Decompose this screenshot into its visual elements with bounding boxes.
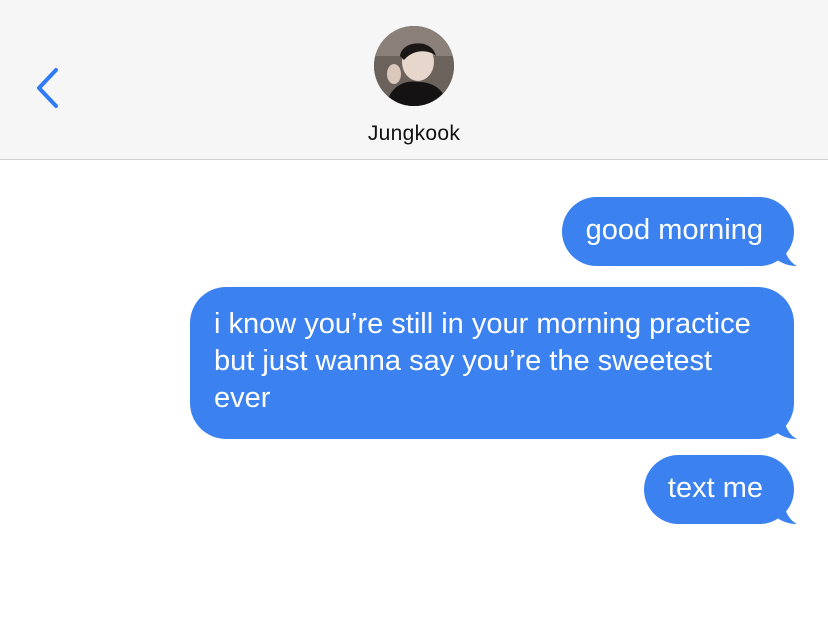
- message-text: good morning: [585, 214, 763, 246]
- contact-name[interactable]: Jungkook: [0, 122, 828, 146]
- message-text: i know you’re still in your morning prac…: [214, 308, 751, 414]
- avatar[interactable]: [374, 26, 454, 106]
- bubble-tail-icon: [775, 409, 805, 439]
- message-text: text me: [667, 472, 763, 504]
- message-thread: good morning i know you’re still in your…: [0, 160, 828, 621]
- outgoing-message-bubble[interactable]: good morning: [561, 197, 797, 266]
- bubble-tail-icon: [775, 236, 805, 266]
- avatar-photo: [374, 26, 454, 106]
- outgoing-message-bubble[interactable]: text me: [643, 455, 797, 524]
- conversation-header: Jungkook: [0, 0, 828, 160]
- bubble-tail-icon: [775, 494, 805, 524]
- outgoing-message-bubble[interactable]: i know you’re still in your morning prac…: [190, 287, 797, 439]
- back-button[interactable]: [22, 62, 72, 112]
- chevron-left-icon: [37, 68, 58, 108]
